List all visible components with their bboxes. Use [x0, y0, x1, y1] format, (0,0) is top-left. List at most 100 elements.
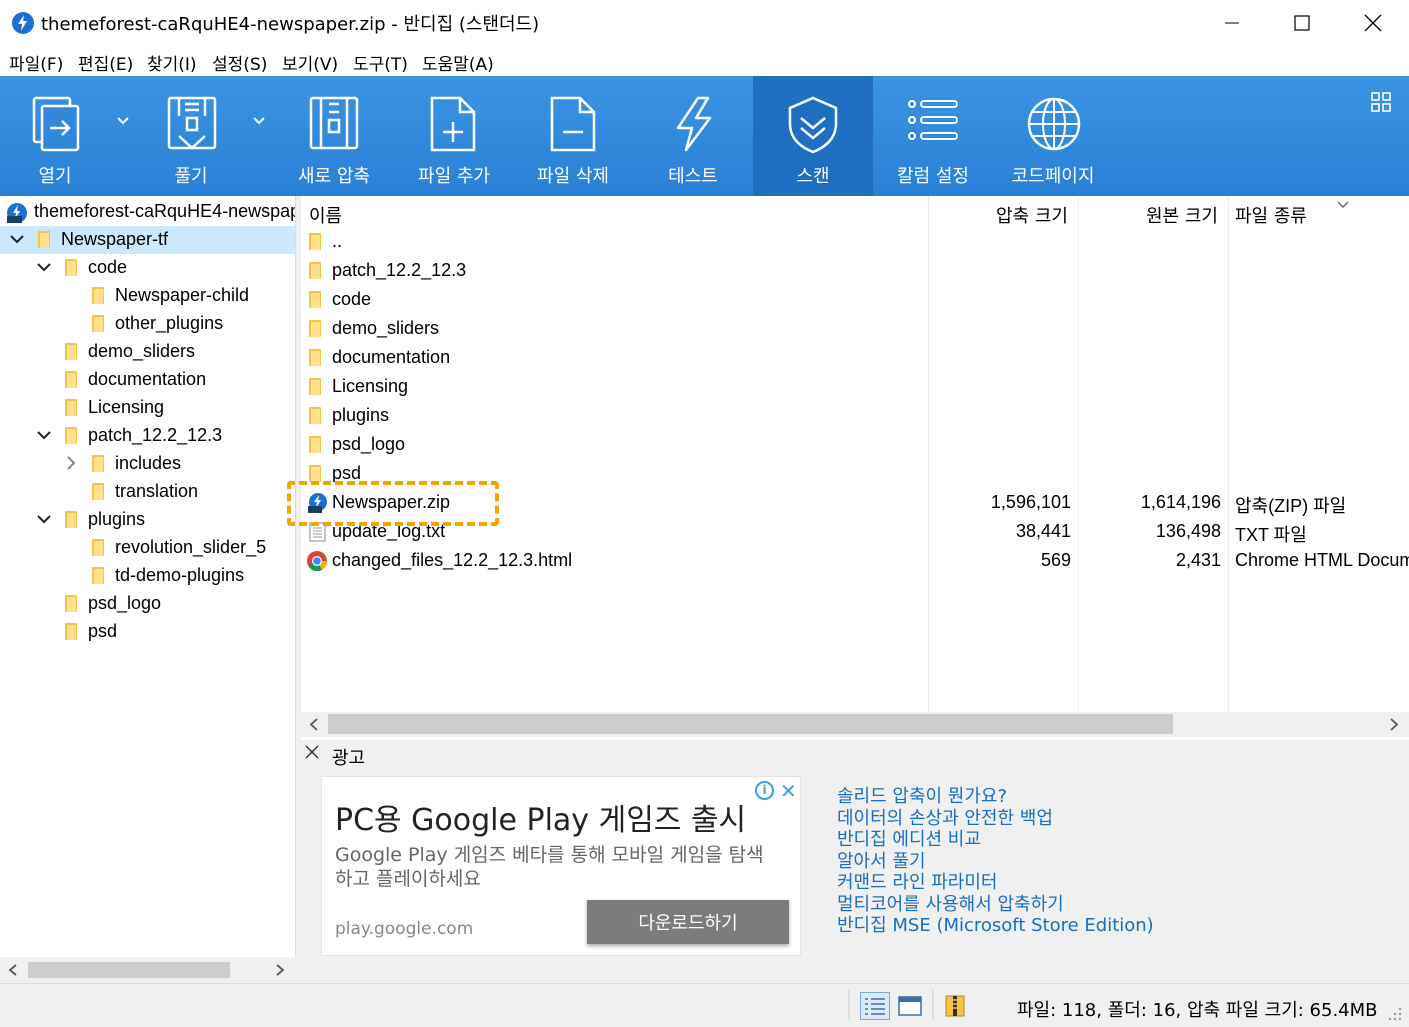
folder-icon [65, 427, 78, 444]
help-link[interactable]: 반디집 MSE (Microsoft Store Edition) [837, 915, 1154, 937]
tree-item-licensing[interactable]: Licensing [0, 394, 295, 422]
add-file-icon [430, 96, 476, 152]
list-item[interactable]: Licensing [301, 373, 1409, 402]
tree-item-newspaper-tf[interactable]: Newspaper-tf [0, 226, 295, 254]
window-title: themeforest-caRquHE4-newspaper.zip - 반디집… [41, 14, 540, 35]
list-item[interactable]: psd_logo [301, 431, 1409, 460]
list-item[interactable]: plugins [301, 402, 1409, 431]
column-settings-button[interactable]: 칼럼 설정 [874, 76, 992, 196]
file-list[interactable]: 이름 압축 크기 원본 크기 파일 종류 .. patch_12.2_12.3 … [301, 196, 1409, 712]
list-item[interactable]: patch_12.2_12.3 [301, 257, 1409, 286]
info-icon[interactable]: i [755, 781, 774, 800]
extract-dropdown-chevron-icon[interactable] [252, 114, 266, 128]
list-item[interactable]: changed_files_12.2_12.3.html 569 2,431 C… [301, 547, 1409, 576]
column-header-name[interactable]: 이름 [309, 202, 342, 228]
help-link[interactable]: 반디집 에디션 비교 [837, 829, 1154, 851]
new-archive-button[interactable]: 새로 압축 [275, 76, 393, 196]
ad-card[interactable]: PC용 Google Play 게임즈 출시 Google Play 게임즈 베… [321, 776, 801, 956]
menu-file[interactable]: 파일(F) [9, 50, 63, 75]
tree-item-includes[interactable]: includes [0, 450, 295, 478]
tree-item-plugins[interactable]: plugins [0, 506, 295, 534]
layout-grid-icon[interactable] [1371, 92, 1391, 112]
sort-chevron-icon[interactable] [1336, 200, 1350, 210]
list-horizontal-scrollbar[interactable] [301, 712, 1409, 737]
ad-download-button[interactable]: 다운로드하기 [587, 900, 789, 944]
menu-view[interactable]: 보기(V) [282, 50, 338, 75]
scan-button[interactable]: 스캔 [753, 76, 873, 196]
ad-dismiss-icon[interactable]: ✕ [780, 779, 797, 803]
tree-item-psd[interactable]: psd [0, 618, 295, 646]
help-link[interactable]: 커맨드 라인 파라미터 [837, 872, 1154, 894]
list-item[interactable]: documentation [301, 344, 1409, 373]
test-button[interactable]: 테스트 [634, 76, 752, 196]
chevron-down-icon[interactable] [37, 512, 51, 526]
preview-pane-icon[interactable] [898, 996, 922, 1016]
list-item[interactable]: psd [301, 460, 1409, 482]
help-link[interactable]: 알아서 풀기 [837, 851, 1154, 873]
file-name: demo_sliders [332, 318, 440, 338]
tree-root[interactable]: themeforest-caRquHE4-newspaper.zip [0, 198, 295, 226]
folder-icon [309, 320, 322, 337]
scroll-left-icon[interactable] [309, 718, 319, 731]
tree-item-td-demo-plugins[interactable]: td-demo-plugins [0, 562, 295, 590]
original-size: 2,431 [1175, 550, 1221, 570]
chevron-down-icon[interactable] [37, 428, 51, 442]
folder-icon [92, 315, 105, 332]
list-scroll-thumb[interactable] [328, 714, 1173, 734]
scroll-right-icon[interactable] [1389, 718, 1399, 731]
menu-settings[interactable]: 설정(S) [212, 50, 267, 75]
add-file-button[interactable]: 파일 추가 [395, 76, 513, 196]
folder-icon [309, 291, 322, 308]
list-item[interactable]: demo_sliders [301, 315, 1409, 344]
list-item[interactable]: code [301, 286, 1409, 315]
menu-help[interactable]: 도움말(A) [422, 50, 494, 75]
open-dropdown-chevron-icon[interactable] [116, 114, 130, 128]
new-archive-label: 새로 압축 [298, 166, 370, 187]
folder-tree[interactable]: themeforest-caRquHE4-newspaper.zip Newsp… [0, 196, 296, 983]
tree-scroll-thumb[interactable] [28, 962, 230, 978]
scroll-left-icon[interactable] [8, 964, 18, 976]
menu-edit[interactable]: 편집(E) [78, 50, 133, 75]
column-header-type[interactable]: 파일 종류 [1235, 202, 1307, 228]
scroll-right-icon[interactable] [275, 964, 285, 976]
menu-tools[interactable]: 도구(T) [353, 50, 408, 75]
ad-url[interactable]: play.google.com [335, 919, 473, 939]
column-header-compressed[interactable]: 압축 크기 [996, 202, 1068, 228]
tree-item-label: plugins [88, 509, 146, 529]
help-link[interactable]: 솔리드 압축이 뭔가요? [837, 786, 1154, 808]
help-link[interactable]: 멀티코어를 사용해서 압축하기 [837, 894, 1154, 916]
list-item[interactable]: .. [301, 228, 1409, 257]
tree-item-demo-sliders[interactable]: demo_sliders [0, 338, 295, 366]
tree-item-code[interactable]: code [0, 254, 295, 282]
ad-title[interactable]: PC용 Google Play 게임즈 출시 [335, 795, 746, 839]
codepage-button[interactable]: 코드페이지 [994, 76, 1112, 196]
menu-bar: 파일(F) 편집(E) 찾기(I) 설정(S) 보기(V) 도구(T) 도움말(… [0, 46, 1409, 76]
close-ad-icon[interactable] [305, 745, 319, 759]
delete-file-button[interactable]: 파일 삭제 [514, 76, 632, 196]
open-button[interactable]: 열기 [0, 76, 110, 196]
details-view-icon[interactable] [860, 992, 890, 1020]
extract-button[interactable]: 풀기 [136, 76, 246, 196]
folder-icon [65, 595, 78, 612]
column-header-original[interactable]: 원본 크기 [1146, 202, 1218, 228]
tree-horizontal-scrollbar[interactable] [0, 957, 296, 983]
tree-item-revolution-slider[interactable]: revolution_slider_5 [0, 534, 295, 562]
tree-item-patch[interactable]: patch_12.2_12.3 [0, 422, 295, 450]
minimize-button[interactable] [1197, 0, 1267, 46]
tree-item-other-plugins[interactable]: other_plugins [0, 310, 295, 338]
tree-item-translation[interactable]: translation [0, 478, 295, 506]
chevron-down-icon[interactable] [37, 260, 51, 274]
tree-item-newspaper-child[interactable]: Newspaper-child [0, 282, 295, 310]
menu-find[interactable]: 찾기(I) [147, 50, 197, 75]
file-type: 압축(ZIP) 파일 [1235, 496, 1347, 516]
chevron-down-icon[interactable] [10, 232, 24, 246]
resize-grip-icon[interactable] [1385, 1004, 1403, 1022]
tree-item-psd-logo[interactable]: psd_logo [0, 590, 295, 618]
close-button[interactable] [1338, 0, 1408, 46]
help-link[interactable]: 데이터의 손상과 안전한 백업 [837, 808, 1154, 830]
compressed-size: 1,596,101 [990, 492, 1071, 512]
maximize-button[interactable] [1267, 0, 1337, 46]
archive-info-icon[interactable] [944, 994, 968, 1018]
tree-item-documentation[interactable]: documentation [0, 366, 295, 394]
chevron-right-icon[interactable] [64, 456, 78, 470]
